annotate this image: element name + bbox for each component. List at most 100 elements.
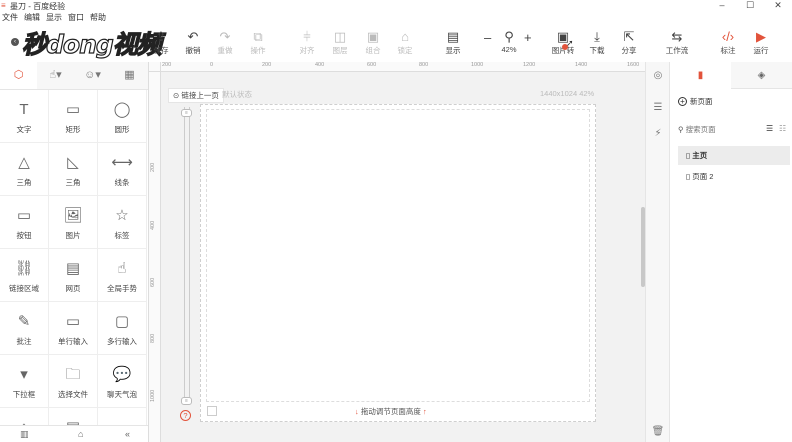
layers-icon: ◈: [757, 70, 766, 81]
toolbar: ‹ 秒dong视频 ⇪ 保存 ↶ 撤销 ↷ 重做 ⧉ 操作 ⫩ 对齐 ◫ 图层 …: [0, 23, 792, 61]
redo-button[interactable]: ↷ 重做: [210, 29, 240, 56]
widget-annotation[interactable]: ✎ 批注: [0, 302, 49, 355]
page-item-2[interactable]: ▯ 页面 2: [678, 167, 790, 186]
canvas-area[interactable]: 200 0 200 400 600 800 1000 1200 1400 160…: [148, 62, 646, 442]
tab-layout[interactable]: ▦: [111, 62, 148, 89]
store-icon[interactable]: ⌂: [78, 429, 83, 439]
widget-line[interactable]: ⟷ 线条: [98, 143, 147, 196]
collapse-button[interactable]: «: [125, 429, 130, 439]
operate-button[interactable]: ⧉ 操作: [243, 29, 273, 56]
share-icon: ⇱: [623, 29, 635, 44]
minimize-button[interactable]: –: [712, 0, 732, 12]
zoom-out-button[interactable]: –: [484, 30, 491, 45]
align-button[interactable]: ⫩ 对齐: [292, 29, 322, 56]
widget-button[interactable]: ▭ 按钮: [0, 196, 49, 249]
widget-image[interactable]: 🖼 图片: [49, 196, 98, 249]
redo-icon: ↷: [219, 29, 231, 44]
lock-button[interactable]: ⌂ 锁定: [390, 29, 420, 56]
download-button[interactable]: ⤓ 下载: [582, 29, 612, 56]
menu-window[interactable]: 窗口: [68, 12, 84, 23]
link-icon: ⛓: [14, 260, 34, 277]
list-view-icon[interactable]: ☰: [766, 124, 773, 133]
display-button[interactable]: ▤ 显示: [438, 29, 468, 56]
annotation-icon: ✎: [17, 313, 31, 330]
zoom-control[interactable]: ⚲ 42%: [494, 29, 524, 54]
align-lines-icon[interactable]: ☰: [646, 102, 670, 113]
back-icon[interactable]: ‹: [11, 38, 19, 46]
slider-bottom-knob[interactable]: ≡: [181, 397, 192, 405]
widget-circle[interactable]: ◯ 圆形: [98, 90, 147, 143]
page-checkbox[interactable]: [207, 406, 217, 416]
chat-icon: 💬: [112, 366, 132, 383]
widget-single-input[interactable]: ▭ 单行输入: [49, 302, 98, 355]
widget-global-gesture[interactable]: ☝ 全局手势: [98, 249, 147, 302]
menu-file[interactable]: 文件: [2, 12, 18, 23]
workflow-button[interactable]: ⇆ 工作流: [662, 29, 692, 56]
target-icon[interactable]: ◎: [646, 70, 670, 81]
trash-icon[interactable]: 🗑: [646, 426, 670, 437]
arrow-up-icon: ↑: [422, 407, 427, 416]
widget-text[interactable]: T 文字: [0, 90, 49, 143]
widget-chat-bubble[interactable]: 💬 聊天气泡: [98, 355, 147, 408]
page-canvas[interactable]: [206, 109, 590, 402]
widget-webpage[interactable]: ▤ 网页: [49, 249, 98, 302]
download-icon: ⤓: [594, 29, 600, 44]
tab-layers[interactable]: ◈: [731, 62, 792, 89]
page-height-slider[interactable]: [184, 107, 190, 404]
cloud-upload-icon: ⇪: [155, 29, 167, 44]
help-icon[interactable]: ?: [180, 410, 191, 421]
widget-link-area[interactable]: ⛓ 链接区域: [0, 249, 49, 302]
new-page-button[interactable]: + 新页面: [678, 96, 713, 107]
save-button[interactable]: ⇪ 保存: [146, 29, 176, 56]
widget-more-3[interactable]: ▭: [98, 408, 147, 425]
library-icon[interactable]: ▥: [20, 429, 29, 440]
slider-top-knob[interactable]: ≡: [181, 109, 192, 117]
widget-right-triangle[interactable]: ◺ 三角: [49, 143, 98, 196]
widget-rectangle[interactable]: ▭ 矩形: [49, 90, 98, 143]
link-prev-page-button[interactable]: ⊙ 链接上一页: [168, 88, 224, 103]
widget-multi-input[interactable]: ▢ 多行输入: [98, 302, 147, 355]
drag-hint[interactable]: ↓ 拖动调节页面高度 ↑: [355, 406, 427, 417]
grid-view-icon[interactable]: ☷: [779, 124, 786, 133]
search-input[interactable]: [685, 125, 746, 134]
triangle-icon: △: [18, 154, 30, 171]
widget-more-1[interactable]: ⌂: [0, 408, 49, 425]
widget-tag[interactable]: ☆ 标签: [98, 196, 147, 249]
plus-icon: +: [678, 97, 687, 106]
tab-icons[interactable]: ☝▾: [37, 62, 74, 89]
copy-icon: ⧉: [253, 29, 263, 44]
inspector-icon-column: ◎ ☰ ⚡ 🗑: [645, 62, 670, 442]
group-button[interactable]: ▣ 组合: [358, 29, 388, 56]
widget-triangle[interactable]: △ 三角: [0, 143, 49, 196]
play-icon: ▶: [756, 29, 766, 44]
layer-icon: ◫: [333, 29, 347, 44]
page-frame[interactable]: [200, 104, 596, 422]
window-title: 墨刀 - 百度经验: [10, 2, 66, 11]
undo-icon: ↶: [187, 29, 199, 44]
menu-edit[interactable]: 编辑: [24, 12, 40, 23]
maximize-button[interactable]: ☐: [740, 0, 760, 12]
ruler-corner: [149, 62, 161, 72]
widget-file-select[interactable]: 🗀 选择文件: [49, 355, 98, 408]
close-button[interactable]: ✕: [768, 0, 788, 12]
widget-more-2[interactable]: ▤: [49, 408, 98, 425]
share-button[interactable]: ⇱ 分享: [614, 29, 644, 56]
page-search[interactable]: ⚲: [678, 123, 762, 137]
undo-button[interactable]: ↶ 撤销: [178, 29, 208, 56]
menu-view[interactable]: 显示: [46, 12, 62, 23]
page-item-home[interactable]: ▯ 主页: [678, 146, 790, 165]
layer-button[interactable]: ◫ 图层: [325, 29, 355, 56]
vertical-ruler: 200 400 600 800 1000: [149, 72, 161, 442]
tab-pages[interactable]: ▮: [670, 62, 731, 89]
widget-dropdown[interactable]: ▾ 下拉框: [0, 355, 49, 408]
tab-components[interactable]: ⬡: [0, 62, 37, 89]
annotate-button[interactable]: ‹/› 标注: [713, 29, 743, 56]
horizontal-ruler: 200 0 200 400 600 800 1000 1200 1400 160…: [161, 62, 646, 72]
zoom-in-button[interactable]: +: [524, 30, 532, 45]
lightning-icon[interactable]: ⚡: [646, 128, 670, 139]
menu-help[interactable]: 帮助: [90, 12, 106, 23]
tab-emoji[interactable]: ☺▾: [74, 62, 111, 89]
button-icon: ▭: [16, 207, 32, 224]
run-button[interactable]: ▶ 运行: [746, 29, 776, 56]
widget-grid: T 文字 ▭ 矩形 ◯ 圆形 △ 三角 ◺ 三角 ⟷ 线条 ▭ 按钮 🖼 图片 ☆ 标签 ⛓ 链接区…: [0, 90, 148, 425]
